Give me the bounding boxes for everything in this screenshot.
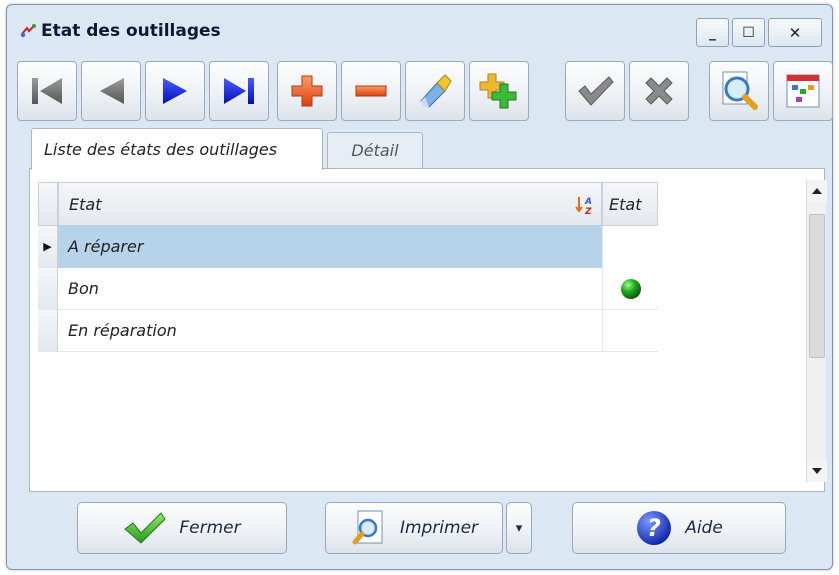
tab-list-label: Liste des états des outillages: [44, 140, 278, 159]
tab-detail-label: Détail: [351, 141, 399, 160]
svg-text:?: ?: [647, 514, 661, 542]
close-button[interactable]: Fermer: [77, 502, 287, 554]
close-icon: ✕: [788, 23, 802, 42]
app-icon: [20, 24, 36, 38]
grid-corner: [38, 182, 58, 226]
table-row[interactable]: Bon: [38, 267, 658, 310]
column-header-status[interactable]: Etat: [602, 182, 658, 226]
print-options-dropdown[interactable]: ▾: [506, 502, 532, 554]
first-record-button[interactable]: [17, 61, 77, 121]
add-icon: [291, 75, 323, 107]
print-preview-icon: [352, 510, 383, 545]
edit-brush-icon: [420, 74, 452, 108]
maximize-button[interactable]: ☐: [732, 18, 765, 47]
vertical-scrollbar[interactable]: [806, 180, 827, 482]
table-row[interactable]: En réparation: [38, 309, 658, 352]
row-selector: [38, 267, 58, 310]
cell-etat-text: En réparation: [68, 321, 177, 340]
cancel-button[interactable]: [629, 61, 689, 121]
validate-button[interactable]: [565, 61, 625, 121]
validate-icon: [578, 76, 614, 106]
window-title: Etat des outillages: [41, 21, 221, 41]
column-header-status-label: Etat: [609, 194, 642, 214]
grid-settings-button[interactable]: [773, 61, 833, 121]
previous-record-button[interactable]: [81, 61, 141, 121]
maximize-icon: ☐: [742, 24, 755, 41]
cell-etat-text: Bon: [68, 279, 99, 298]
svg-text:A: A: [584, 197, 592, 207]
edit-button[interactable]: [405, 61, 465, 121]
search-icon: [722, 71, 758, 110]
next-record-icon: [163, 78, 187, 104]
close-button-label: Fermer: [179, 518, 241, 538]
cell-etat[interactable]: A réparer: [58, 225, 602, 268]
scroll-up-icon: [812, 188, 822, 194]
help-icon: ?: [637, 511, 672, 545]
close-window-button[interactable]: ✕: [768, 18, 822, 47]
tab-detail[interactable]: Détail: [327, 132, 423, 168]
help-button[interactable]: ? Aide: [572, 502, 786, 554]
svg-text:Z: Z: [584, 207, 592, 215]
minimize-button[interactable]: _: [696, 18, 729, 47]
column-header-etat[interactable]: Etat A Z: [58, 182, 602, 226]
search-button[interactable]: [709, 61, 769, 121]
cell-etat[interactable]: Bon: [58, 268, 602, 310]
chevron-down-icon: ▾: [515, 520, 523, 536]
delete-button[interactable]: [341, 61, 401, 121]
duplicate-icon: [479, 73, 517, 109]
add-button[interactable]: [277, 61, 337, 121]
previous-record-icon: [100, 78, 124, 104]
tab-list[interactable]: Liste des états des outillages: [31, 128, 323, 170]
help-button-label: Aide: [685, 518, 723, 538]
scroll-down-button[interactable]: [807, 460, 827, 482]
print-button[interactable]: Imprimer: [325, 502, 503, 554]
row-selector: [38, 309, 58, 352]
print-button-label: Imprimer: [399, 518, 479, 538]
first-record-icon: [32, 78, 62, 104]
row-selector: ▶: [38, 225, 58, 268]
grid-panel: Etat A Z Etat ▶ A réparer Bon En réparat…: [29, 168, 827, 492]
scroll-down-icon: [812, 468, 822, 474]
last-record-button[interactable]: [209, 61, 269, 121]
grid-settings-icon: [786, 74, 820, 108]
table-row[interactable]: ▶ A réparer: [38, 225, 658, 268]
cell-etat-text: A réparer: [68, 237, 144, 256]
toolbar: [17, 61, 833, 123]
status-green-dot-icon: [620, 278, 641, 299]
title-bar: Etat des outillages _ ☐ ✕: [7, 5, 832, 49]
last-record-icon: [224, 78, 254, 104]
column-header-label: Etat: [69, 194, 102, 214]
tool-status-window: Etat des outillages _ ☐ ✕ Liste des état…: [6, 4, 833, 570]
current-row-arrow-icon: ▶: [43, 240, 52, 253]
scroll-up-button[interactable]: [807, 180, 827, 202]
duplicate-button[interactable]: [469, 61, 529, 121]
cancel-icon: [645, 77, 673, 105]
cell-status[interactable]: [602, 309, 658, 352]
next-record-button[interactable]: [145, 61, 205, 121]
scroll-thumb[interactable]: [809, 214, 825, 358]
sort-az-icon: A Z: [575, 197, 592, 215]
cell-status[interactable]: [602, 225, 658, 268]
delete-icon: [355, 85, 387, 97]
minimize-icon: _: [709, 24, 716, 41]
cell-status[interactable]: [602, 267, 658, 310]
checkmark-icon: [124, 512, 167, 544]
cell-etat[interactable]: En réparation: [58, 310, 602, 352]
